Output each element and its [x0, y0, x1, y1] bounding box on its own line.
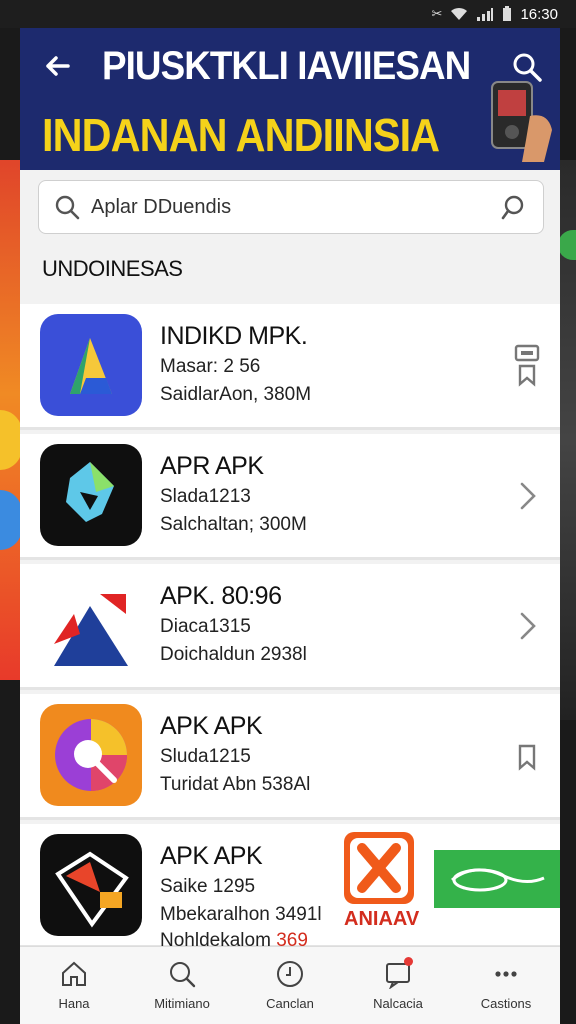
clock-icon — [277, 961, 303, 987]
app-meta: Turidat Abn 538Al — [160, 774, 311, 795]
home-icon — [62, 961, 86, 986]
search-icon — [170, 962, 196, 988]
app-name: APK APK — [160, 842, 263, 870]
app-meta: Diaca1315 — [160, 616, 251, 637]
search-icon — [55, 195, 80, 220]
app-meta: Masar: 2 56 — [160, 356, 261, 377]
wifi-icon — [451, 7, 468, 20]
more-icon — [495, 971, 517, 977]
battery-icon — [503, 6, 512, 21]
bookmark-icon[interactable] — [512, 344, 542, 388]
nav-label: Mitimiano — [154, 996, 210, 1011]
app-icon — [40, 574, 142, 676]
nav-label: Nalcacia — [373, 996, 423, 1011]
chevron-right-icon[interactable] — [512, 604, 542, 648]
app-meta: Slada1213 — [160, 486, 251, 507]
app-name: APK. 80:96 — [160, 582, 282, 610]
app-meta: SaidlarAon, 380M — [160, 384, 312, 405]
bottom-navigation: Hana Mitimiano Canclan Nalcacia Castions — [20, 946, 560, 1024]
app-screen: PIUSKTKLI IAVIIESAN INDANAN ANDIINSIA UN… — [20, 28, 560, 1024]
chevron-right-icon[interactable] — [512, 474, 542, 518]
app-name: INDIKD MPK. — [160, 322, 308, 350]
search-icon[interactable] — [501, 194, 529, 222]
list-item[interactable]: APK APK Saike 1295 Mbekaralhon 3491l Noh… — [20, 824, 560, 951]
ad-banner[interactable] — [434, 850, 560, 908]
status-time: 16:30 — [520, 5, 558, 23]
page-title: PIUSKTKLI IAVIIESAN — [102, 44, 471, 88]
app-meta: Doichaldun 2938l — [160, 644, 307, 665]
status-bar: ✂ 16:30 — [0, 0, 576, 28]
back-button[interactable] — [38, 50, 78, 86]
search-input[interactable] — [91, 195, 471, 219]
nav-more[interactable]: Castions — [452, 947, 560, 1024]
app-name: APK APK — [160, 712, 263, 740]
app-meta: Sluda1215 — [160, 746, 251, 767]
page-subtitle: INDANAN ANDIINSIA — [42, 109, 440, 161]
section-title: UNDOINESAS — [42, 256, 183, 281]
nav-search[interactable]: Mitimiano — [128, 947, 236, 1024]
list-item[interactable]: APR APK Slada1213 Salchaltan; 300M — [20, 434, 560, 560]
search-bar[interactable] — [38, 180, 544, 234]
app-icon — [40, 444, 142, 546]
nav-history[interactable]: Canclan — [236, 947, 344, 1024]
nav-home[interactable]: Hana — [20, 947, 128, 1024]
phone-illustration — [491, 81, 552, 162]
nav-notifications[interactable]: Nalcacia — [344, 947, 452, 1024]
signal-icon — [477, 8, 494, 21]
app-name: APR APK — [160, 452, 264, 480]
nav-label: Hana — [58, 996, 90, 1011]
list-item[interactable]: APK APK Sluda1215 Turidat Abn 538Al — [20, 694, 560, 820]
app-meta: Salchaltan; 300M — [160, 514, 307, 535]
arrow-left-icon — [46, 56, 70, 76]
app-icon — [40, 704, 142, 806]
app-icon — [40, 834, 142, 936]
app-icon — [40, 314, 142, 416]
list-item[interactable]: APK. 80:96 Diaca1315 Doichaldun 2938l — [20, 564, 560, 690]
list-item[interactable]: INDIKD MPK. Masar: 2 56 SaidlarAon, 380M — [20, 304, 560, 430]
ad-label: ANIAAV — [344, 908, 420, 930]
app-header: PIUSKTKLI IAVIIESAN INDANAN ANDIINSIA — [20, 28, 560, 170]
nav-label: Castions — [480, 996, 532, 1011]
bookmark-icon[interactable] — [512, 734, 542, 778]
app-meta: Mbekaralhon 3491l — [160, 904, 322, 925]
nav-label: Canclan — [266, 996, 314, 1011]
notification-badge — [404, 957, 413, 966]
app-meta: Saike 1295 — [160, 876, 256, 897]
ad-app-tile[interactable] — [344, 832, 414, 904]
tools-icon: ✂ — [431, 6, 443, 21]
